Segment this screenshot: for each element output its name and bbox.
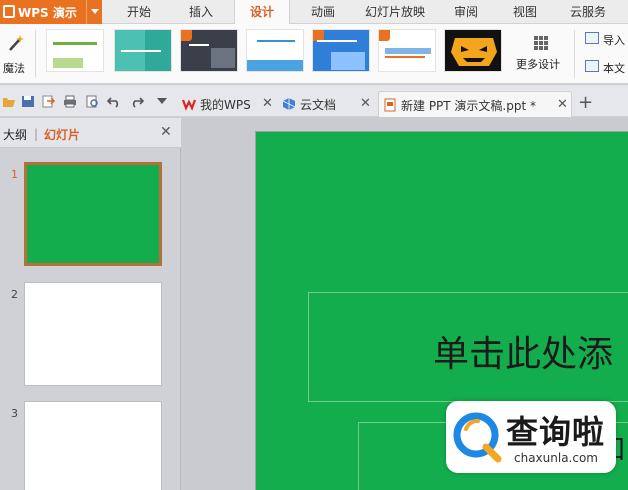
menu-bar: WPS 演示 开始 插入 设计 动画 幻灯片放映 审阅 视图 云服务 [0, 0, 628, 25]
title-placeholder[interactable]: 单击此处添 [308, 292, 628, 402]
template-thumbnail[interactable] [114, 29, 172, 72]
tab-view[interactable]: 视图 [500, 0, 550, 24]
title-placeholder-text: 单击此处添 [433, 334, 614, 375]
tab-insert[interactable]: 插入 [174, 0, 228, 24]
slide-number: 3 [11, 407, 18, 420]
text-button[interactable]: 本文 [582, 57, 628, 77]
tab-cloud-service[interactable]: 云服务 [560, 0, 616, 24]
magic-label: 魔法 [3, 62, 25, 75]
slide-number: 2 [11, 288, 18, 301]
tab-slides[interactable]: 幻灯片 [44, 126, 80, 143]
template-thumbnail[interactable] [312, 29, 370, 72]
export-icon[interactable] [41, 95, 55, 108]
tab-design[interactable]: 设计 [234, 0, 290, 25]
app-menu-button[interactable]: WPS 演示 [0, 0, 102, 24]
print-preview-icon[interactable] [85, 95, 99, 108]
document-icon [585, 60, 599, 72]
wps-logo-icon [3, 5, 15, 18]
close-icon[interactable]: ✕ [360, 96, 371, 111]
watermark-brand: 查询啦 [506, 413, 606, 451]
redo-icon[interactable] [130, 95, 144, 108]
tab-home[interactable]: 开始 [112, 0, 166, 24]
close-icon[interactable]: ✕ [262, 96, 273, 111]
grid-icon [534, 36, 548, 50]
template-thumbnail[interactable] [378, 29, 436, 72]
open-folder-icon[interactable] [2, 95, 16, 108]
cloud-doc-icon [282, 98, 296, 110]
template-thumbnail[interactable] [444, 29, 502, 72]
slide-thumbnail-3[interactable] [24, 401, 162, 490]
wps-logo-icon [182, 99, 196, 111]
template-thumbnail[interactable] [46, 29, 104, 72]
more-design-label: 更多设计 [516, 58, 560, 71]
ppt-file-icon [384, 98, 396, 112]
template-thumbnail[interactable] [180, 29, 238, 72]
print-icon[interactable] [63, 95, 77, 108]
tab-animation[interactable]: 动画 [296, 0, 350, 24]
import-button[interactable]: 导入 [582, 29, 628, 49]
doc-tab-my-wps[interactable]: 我的WPS ✕ [182, 91, 276, 117]
panel-header: 大纲 | 幻灯片 ✕ [0, 118, 181, 148]
more-design-button[interactable]: 更多设计 [512, 24, 572, 84]
watermark: 查询啦 chaxunla.com [446, 401, 616, 473]
template-thumbnail[interactable] [246, 29, 304, 72]
tab-outline[interactable]: 大纲 [3, 126, 27, 143]
new-tab-icon[interactable]: + [578, 92, 593, 113]
import-icon [585, 32, 599, 44]
close-icon[interactable]: ✕ [160, 124, 172, 140]
magic-wand-icon [9, 35, 24, 51]
document-tab-bar: 我的WPS ✕ 云文档 ✕ 新建 PPT 演示文稿.ppt * ✕ + [0, 85, 628, 117]
chevron-down-icon[interactable] [91, 9, 99, 14]
tab-slideshow[interactable]: 幻灯片放映 [358, 0, 432, 24]
undo-icon[interactable] [107, 95, 121, 108]
slide-thumbnail-1[interactable] [24, 162, 162, 266]
slide-panel: 大纲 | 幻灯片 ✕ 1 2 3 [0, 118, 181, 490]
slide-number: 1 [11, 168, 18, 181]
tab-review[interactable]: 审阅 [440, 0, 492, 24]
design-ribbon: 魔法 更多设计 导入 本文 [0, 24, 628, 84]
magnifier-logo-icon [453, 412, 502, 463]
slide-thumbnail-2[interactable] [24, 282, 162, 386]
close-icon[interactable]: ✕ [557, 97, 568, 112]
doc-tab-active-ppt[interactable]: 新建 PPT 演示文稿.ppt * ✕ [378, 91, 572, 117]
doc-tab-cloud-docs[interactable]: 云文档 ✕ [282, 91, 374, 117]
watermark-domain: chaxunla.com [514, 451, 598, 465]
customize-toolbar-icon[interactable] [157, 97, 167, 105]
save-icon[interactable] [21, 95, 35, 108]
magic-button[interactable]: 魔法 [0, 24, 32, 84]
app-title: WPS 演示 [18, 6, 77, 20]
